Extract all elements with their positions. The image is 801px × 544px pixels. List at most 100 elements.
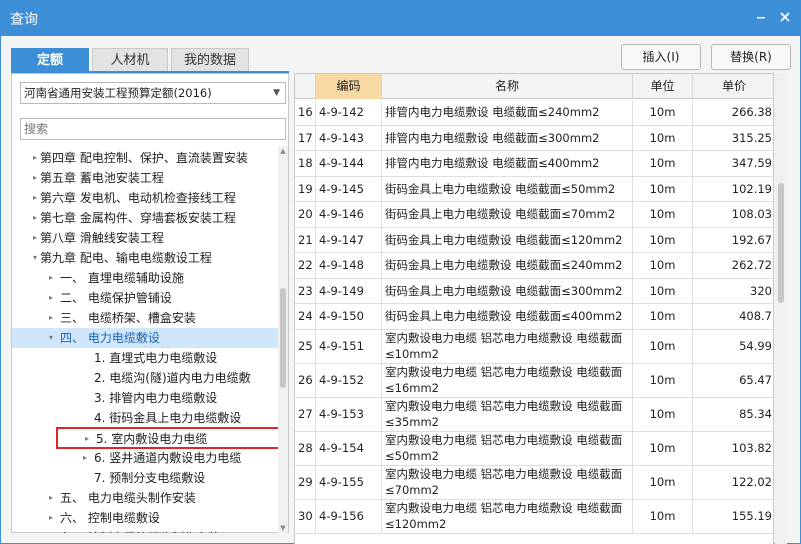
tree-node[interactable]: 1. 直埋式电力电缆敷设 (12, 348, 278, 368)
name-cell: 街码金具上电力电缆敷设 电缆截面≤400mm2 (382, 304, 633, 329)
replace-button[interactable]: 替换(R) (711, 44, 791, 70)
tree-collapsed-icon[interactable]: ▸ (46, 288, 56, 308)
tab-my-data[interactable]: 我的数据 (171, 48, 249, 72)
table-row[interactable]: 24 4-9-150 街码金具上电力电缆敷设 电缆截面≤400mm2 10m 408.7 (295, 304, 773, 330)
window-title: 查询 (10, 12, 38, 28)
tree-node[interactable]: ▸ 五、 电力电缆头制作安装 (12, 488, 278, 508)
tree-node-label: 第九章 配电、输电电缆敷设工程 (40, 251, 212, 265)
tree-node-label: 第八章 滑触线安装工程 (40, 231, 164, 245)
tree-node-label: 三、 电缆桥架、槽盒安装 (60, 311, 196, 325)
tree-node[interactable]: ▸ 第四章 配电控制、保护、直流装置安装 (12, 148, 278, 168)
table-row[interactable]: 22 4-9-148 街码金具上电力电缆敷设 电缆截面≤240mm2 10m 262.7… (295, 253, 773, 279)
tree-node[interactable]: ▸ 第五章 蓄电池安装工程 (12, 168, 278, 188)
tree-node-label: 5. 室内敷设电力电缆 (96, 432, 208, 446)
tree-expanded-icon[interactable]: ▾ (46, 328, 56, 348)
tab-materials[interactable]: 人材机 (92, 48, 168, 72)
tree-node[interactable]: 3. 排管内电力电缆敷设 (12, 388, 278, 408)
table-row[interactable]: 19 4-9-145 街码金具上电力电缆敷设 电缆截面≤50mm2 10m 102.19 (295, 176, 773, 202)
tree-node[interactable]: ▸ 第六章 发电机、电动机检查接线工程 (12, 188, 278, 208)
tree-node[interactable]: 4. 街码金具上电力电缆敷设 (12, 408, 278, 428)
insert-button[interactable]: 插入(I) (621, 44, 701, 70)
table-scrollbar[interactable] (775, 73, 787, 544)
table-row[interactable]: 16 4-9-142 排管内电力电缆敷设 电缆截面≤240mm2 10m 266.38 (295, 100, 773, 126)
tree-scrollbar-thumb[interactable] (280, 288, 286, 388)
tree-scrollbar[interactable]: ▲ ▼ (278, 146, 288, 533)
unit-cell: 10m (633, 125, 693, 150)
code-cell: 4-9-145 (316, 176, 382, 201)
tree-collapsed-icon[interactable]: ▸ (30, 228, 40, 248)
name-cell: 室内敷设电力电缆 铝芯电力电缆敷设 电缆截面≤120mm2 (382, 499, 633, 533)
table-row[interactable]: 28 4-9-154 室内敷设电力电缆 铝芯电力电缆敷设 电缆截面≤50mm2 10m… (295, 431, 773, 466)
tree-collapsed-icon[interactable]: ▸ (46, 268, 56, 288)
scroll-down-icon[interactable]: ▼ (278, 523, 288, 533)
tree-node-label: 六、 控制电缆敷设 (60, 511, 160, 525)
tree-expanded-icon[interactable]: ▾ (30, 248, 40, 268)
table-row[interactable]: 27 4-9-153 室内敷设电力电缆 铝芯电力电缆敷设 电缆截面≤35mm2 10m… (295, 397, 773, 432)
table-row[interactable]: 17 4-9-143 排管内电力电缆敷设 电缆截面≤300mm2 10m 315.25 (295, 125, 773, 151)
close-icon[interactable] (776, 8, 794, 26)
header-name[interactable]: 名称 (382, 74, 633, 99)
row-number-cell: 25 (295, 329, 316, 363)
table-scrollbar-thumb[interactable] (778, 183, 784, 303)
table-row[interactable]: 21 4-9-147 街码金具上电力电缆敷设 电缆截面≤120mm2 10m 192.6… (295, 227, 773, 253)
price-cell: 408.7 (739, 309, 772, 324)
tree-collapsed-icon[interactable]: ▸ (30, 208, 40, 228)
tree-collapsed-icon[interactable]: ▸ (46, 488, 56, 508)
tree-node[interactable]: ▾ 四、 电力电缆敷设 (12, 328, 278, 348)
library-select-value: 河南省通用安装工程预算定额(2016) (24, 86, 212, 100)
name-cell: 排管内电力电缆敷设 电缆截面≤400mm2 (382, 151, 633, 176)
tree-collapsed-icon[interactable]: ▸ (80, 448, 90, 468)
row-number-cell: 24 (295, 304, 316, 329)
search-input[interactable]: 搜索 (20, 118, 286, 140)
price-cell: 347.59 (731, 156, 772, 171)
tree-node-label: 第六章 发电机、电动机检查接线工程 (40, 191, 236, 205)
tree-node[interactable]: ▸ 七、 控制电缆终端头制作安装 (12, 528, 278, 533)
tree-collapsed-icon[interactable]: ▸ (46, 508, 56, 528)
minimize-icon[interactable] (752, 8, 770, 26)
row-number-cell: 18 (295, 151, 316, 176)
price-cell: 315.25 (731, 130, 772, 145)
name-cell: 室内敷设电力电缆 铝芯电力电缆敷设 电缆截面≤10mm2 (382, 329, 633, 363)
tab-quota[interactable]: 定额 (11, 48, 89, 72)
tree-collapsed-icon[interactable]: ▸ (46, 308, 56, 328)
tree-collapsed-icon[interactable]: ▸ (30, 188, 40, 208)
tree-collapsed-icon[interactable]: ▸ (30, 168, 40, 188)
unit-cell: 10m (633, 499, 693, 533)
table-row[interactable]: 29 4-9-155 室内敷设电力电缆 铝芯电力电缆敷设 电缆截面≤70mm2 10m… (295, 465, 773, 500)
tree-node[interactable]: ▸ 第八章 滑触线安装工程 (12, 228, 278, 248)
tree-node[interactable]: 7. 预制分支电缆敷设 (12, 468, 278, 488)
row-number-cell: 28 (295, 431, 316, 465)
header-unit[interactable]: 单位 (633, 74, 693, 99)
tree-node[interactable]: ▾ 第九章 配电、输电电缆敷设工程 (12, 248, 278, 268)
name-cell: 街码金具上电力电缆敷设 电缆截面≤70mm2 (382, 202, 633, 227)
scroll-up-icon[interactable]: ▲ (278, 146, 288, 156)
table-row[interactable]: 20 4-9-146 街码金具上电力电缆敷设 电缆截面≤70mm2 10m 108.03 (295, 202, 773, 228)
table-row[interactable]: 30 4-9-156 室内敷设电力电缆 铝芯电力电缆敷设 电缆截面≤120mm2 10… (295, 499, 773, 534)
name-cell: 街码金具上电力电缆敷设 电缆截面≤240mm2 (382, 253, 633, 278)
tree-node-label: 7. 预制分支电缆敷设 (94, 471, 206, 485)
tree-node[interactable]: ▸ 一、 直埋电缆辅助设施 (12, 268, 278, 288)
header-code[interactable]: 编码 (316, 74, 382, 99)
tree-node[interactable]: ▸ 三、 电缆桥架、槽盒安装 (12, 308, 278, 328)
tree-collapsed-icon[interactable]: ▸ (82, 429, 92, 449)
row-number-cell: 29 (295, 465, 316, 499)
row-number-cell: 30 (295, 499, 316, 533)
table-row[interactable]: 26 4-9-152 室内敷设电力电缆 铝芯电力电缆敷设 电缆截面≤16mm2 10m… (295, 363, 773, 398)
table-row[interactable]: 23 4-9-149 街码金具上电力电缆敷设 电缆截面≤300mm2 10m 320 (295, 278, 773, 304)
tree-node[interactable]: ▸ 第七章 金属构件、穿墙套板安装工程 (12, 208, 278, 228)
name-cell: 街码金具上电力电缆敷设 电缆截面≤300mm2 (382, 278, 633, 303)
library-select[interactable]: 河南省通用安装工程预算定额(2016) ▼ (20, 82, 286, 104)
tree-collapsed-icon[interactable]: ▸ (30, 148, 40, 168)
tree-node[interactable]: ▸ 5. 室内敷设电力电缆 (56, 427, 278, 449)
table-row[interactable]: 25 4-9-151 室内敷设电力电缆 铝芯电力电缆敷设 电缆截面≤10mm2 10m… (295, 329, 773, 364)
table-row[interactable]: 18 4-9-144 排管内电力电缆敷设 电缆截面≤400mm2 10m 347.59 (295, 151, 773, 177)
tree-node[interactable]: ▸ 二、 电缆保护管铺设 (12, 288, 278, 308)
tree-collapsed-icon[interactable]: ▸ (46, 528, 56, 533)
code-cell: 4-9-151 (316, 329, 382, 363)
tree-node[interactable]: 2. 电缆沟(隧)道内电力电缆敷 (12, 368, 278, 388)
header-price[interactable]: 单价 (693, 74, 773, 99)
tree-node[interactable]: ▸ 六、 控制电缆敷设 (12, 508, 278, 528)
name-cell: 室内敷设电力电缆 铝芯电力电缆敷设 电缆截面≤35mm2 (382, 397, 633, 431)
unit-cell: 10m (633, 253, 693, 278)
tree-node[interactable]: ▸ 6. 竖井通道内敷设电力电缆 (12, 448, 278, 468)
